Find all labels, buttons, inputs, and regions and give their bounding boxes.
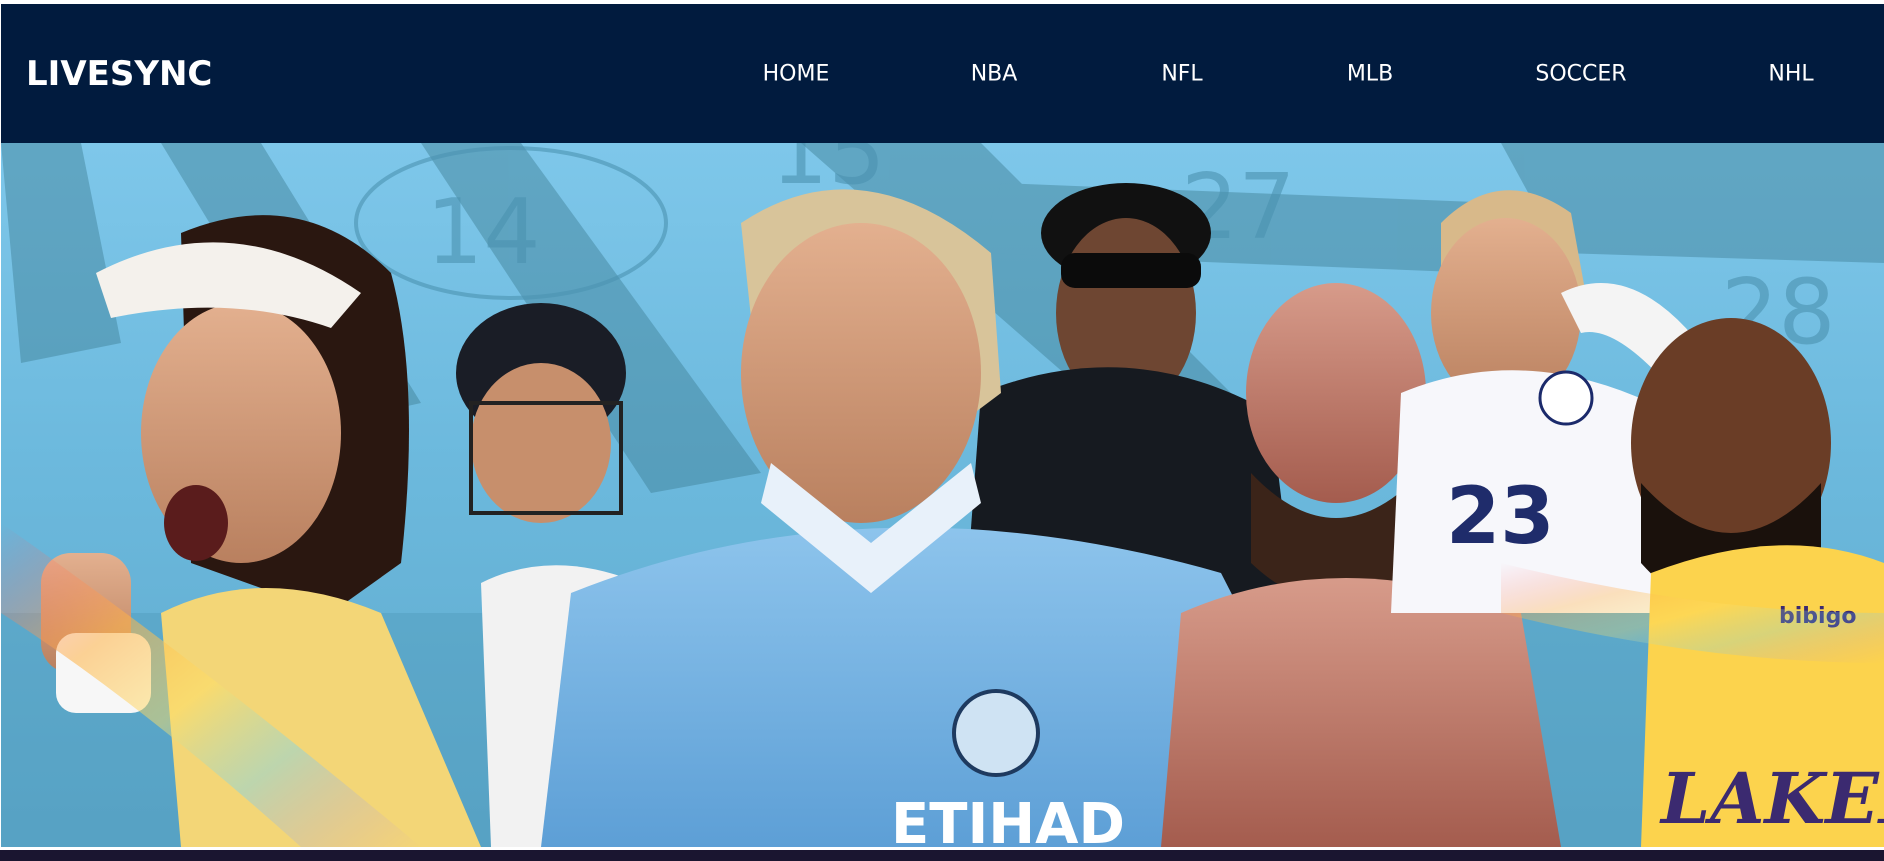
jersey-number-23: 23 xyxy=(1446,472,1555,562)
athletes-collage-illustration: 14 15 27 28 ETIHAD 23 LAKE xyxy=(1,143,1884,847)
hero-banner-image: 14 15 27 28 ETIHAD 23 LAKE xyxy=(1,143,1884,847)
bg-number-14: 14 xyxy=(426,180,541,285)
top-navigation-bar: LIVESYNC HOME NBA NFL MLB SOCCER NHL xyxy=(1,4,1884,143)
nav-link-home[interactable]: HOME xyxy=(763,61,830,86)
page-bottom-edge xyxy=(0,850,1884,861)
jersey-text-lakers: LAKERS xyxy=(1659,757,1884,840)
nav-link-nfl[interactable]: NFL xyxy=(1161,61,1202,86)
nav-link-nba[interactable]: NBA xyxy=(971,61,1018,86)
athlete-basketball-player: bibigo LAKERS xyxy=(1631,318,1884,847)
nav-link-nhl[interactable]: NHL xyxy=(1768,61,1813,86)
brand-logo-link[interactable]: LIVESYNC xyxy=(26,54,212,94)
shirt-sponsor-text: ETIHAD xyxy=(891,792,1125,847)
nav-link-mlb[interactable]: MLB xyxy=(1347,61,1393,86)
nav-link-soccer[interactable]: SOCCER xyxy=(1535,61,1626,86)
